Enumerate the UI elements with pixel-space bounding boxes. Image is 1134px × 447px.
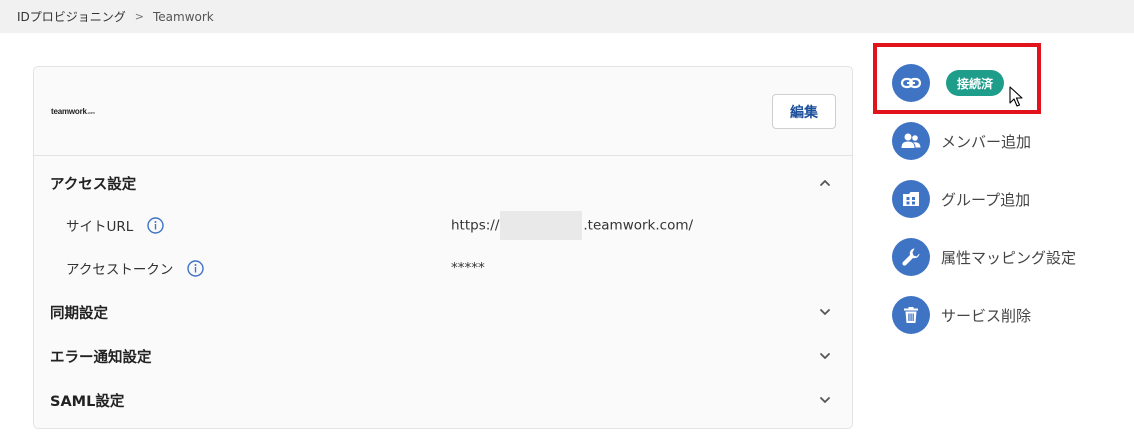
- field-label-wrap: アクセストークン: [66, 258, 205, 278]
- info-icon[interactable]: [187, 259, 205, 277]
- field-row-access-token: アクセストークン *****: [34, 253, 852, 283]
- section-title: アクセス設定: [50, 176, 137, 193]
- edit-button[interactable]: 編集: [772, 94, 836, 129]
- section-access-settings[interactable]: アクセス設定: [34, 166, 852, 200]
- wrench-icon: [892, 238, 930, 276]
- mouse-cursor-icon: [1009, 86, 1023, 107]
- section-title: SAML設定: [50, 393, 125, 410]
- chevron-down-icon: [820, 353, 830, 359]
- chevron-up-icon: [820, 180, 830, 186]
- breadcrumb: IDプロビジョニング > Teamwork: [0, 0, 1134, 33]
- field-label-wrap: サイトURL: [66, 215, 164, 235]
- url-suffix: .teamwork.com/: [583, 217, 694, 233]
- card-header: teamwork.com 編集: [34, 67, 852, 156]
- field-value-site-url: https:// .teamwork.com/: [451, 210, 694, 240]
- section-error-notification[interactable]: エラー通知設定: [34, 339, 852, 373]
- action-label: メンバー追加: [941, 132, 1032, 151]
- redacted-block: [500, 210, 583, 240]
- group-icon: [892, 180, 930, 218]
- section-saml-settings[interactable]: SAML設定: [34, 383, 852, 417]
- chevron-down-icon: [820, 309, 830, 315]
- breadcrumb-root[interactable]: IDプロビジョニング: [17, 8, 126, 25]
- breadcrumb-separator: >: [134, 10, 144, 23]
- delete-service-button[interactable]: サービス削除: [892, 296, 1112, 334]
- trash-icon: [892, 296, 930, 334]
- add-member-button[interactable]: メンバー追加: [892, 122, 1112, 160]
- breadcrumb-current: Teamwork: [153, 9, 214, 24]
- field-value-access-token: *****: [451, 260, 485, 276]
- field-row-site-url: サイトURL https:// .teamwork.com/: [34, 210, 852, 240]
- attribute-mapping-button[interactable]: 属性マッピング設定: [892, 238, 1112, 276]
- field-label: アクセストークン: [66, 262, 174, 278]
- action-label: サービス削除: [941, 306, 1032, 325]
- teamwork-logo: teamwork.com: [51, 107, 95, 116]
- service-card: teamwork.com 編集 アクセス設定 サイトURL https:// .t…: [33, 66, 853, 429]
- chevron-down-icon: [820, 397, 830, 403]
- section-title: 同期設定: [50, 305, 108, 322]
- action-label: 属性マッピング設定: [941, 248, 1077, 267]
- action-label: グループ追加: [941, 190, 1031, 209]
- add-group-button[interactable]: グループ追加: [892, 180, 1112, 218]
- section-sync-settings[interactable]: 同期設定: [34, 295, 852, 329]
- logo-suffix: .com: [86, 110, 95, 115]
- logo-text: teamwork: [51, 107, 87, 116]
- field-label: サイトURL: [66, 219, 134, 235]
- users-icon: [892, 122, 930, 160]
- url-prefix: https://: [451, 217, 500, 233]
- info-icon[interactable]: [147, 216, 164, 234]
- section-title: エラー通知設定: [50, 349, 152, 366]
